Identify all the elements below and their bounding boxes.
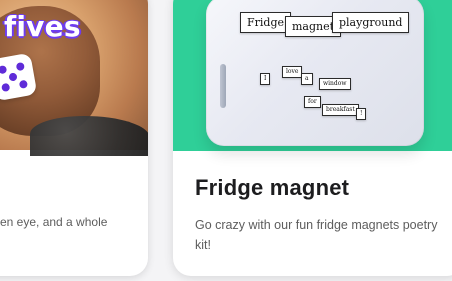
dice-pip [8,72,18,82]
magnet-word: I [260,73,271,85]
activity-card-fridge-magnet[interactable]: Fridge magnet playground I love a window… [173,0,452,276]
dice-pip [18,79,29,89]
fridge-card-title: Fridge magnet [195,175,350,200]
left-card-image: fives [0,0,148,156]
screen: fives en eye, and a whole Fridge magnet … [0,0,452,281]
magnet-word: ! [356,108,367,120]
fur-image [30,116,148,156]
dice-pip [1,82,11,93]
left-card-overlay-title: fives [4,10,81,43]
magnet-word: a [301,73,313,85]
magnet-word: love [282,66,303,78]
magnet-word: window [319,78,351,90]
magnet-word: Fridge [240,12,292,33]
left-card-description: en eye, and a whole [0,215,108,229]
magnet-word: for [304,96,321,108]
magnet-word: breakfast [322,104,359,116]
activity-card-left[interactable]: fives en eye, and a whole [0,0,148,276]
dice-pip [0,65,8,75]
fridge-card-description: Go crazy with our fun fridge magnets poe… [195,218,438,252]
fridge-illustration: Fridge magnet playground I love a window… [206,0,424,146]
fridge-handle [220,64,226,108]
fridge-card-image: Fridge magnet playground I love a window… [173,0,452,151]
magnet-word: playground [332,12,410,33]
dice-pip [15,61,25,72]
